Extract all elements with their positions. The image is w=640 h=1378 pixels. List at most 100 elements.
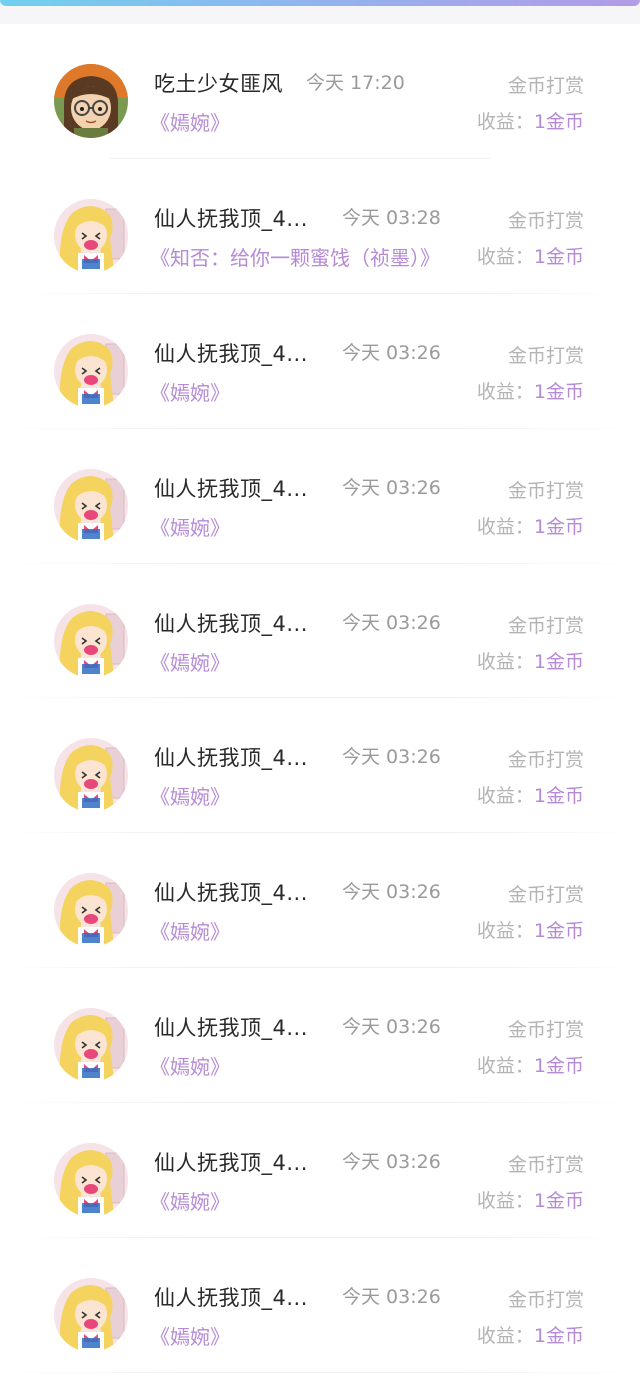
income: 收益：1金币 — [477, 916, 584, 943]
reward-row[interactable]: 仙人抚我顶_4... 今天 03:26 《嫣婉》 金币打赏 收益：1金币 — [0, 833, 640, 969]
reward-time: 今天 03:28 — [342, 206, 441, 229]
reward-row[interactable]: 仙人抚我顶_4... 今天 03:26 《嫣婉》 金币打赏 收益：1金币 — [0, 698, 640, 834]
reward-row[interactable]: 仙人抚我顶_4... 今天 03:26 《嫣婉》 金币打赏 收益：1金币 — [0, 1103, 640, 1239]
avatar[interactable] — [54, 1143, 128, 1218]
work-title-link[interactable]: 《嫣婉》 — [150, 1321, 230, 1350]
sailor-moon-avatar-icon — [54, 1278, 128, 1353]
reward-time: 今天 03:26 — [342, 1016, 441, 1039]
sender-name[interactable]: 仙人抚我顶_4... — [154, 203, 308, 233]
income-label: 收益： — [476, 380, 534, 403]
girl-glasses-avatar-icon — [54, 64, 128, 138]
income-amount: 1金币 — [533, 245, 584, 268]
income-label: 收益： — [476, 1055, 534, 1078]
reward-row[interactable]: 仙人抚我顶_4... 今天 03:26 《嫣婉》 金币打赏 收益：1金币 — [0, 294, 640, 429]
work-title-link[interactable]: 《嫣婉》 — [150, 1051, 230, 1080]
reward-type: 金币打赏 — [507, 344, 584, 367]
income-amount: 1金币 — [533, 380, 584, 403]
sailor-moon-avatar-icon — [54, 333, 128, 408]
income-amount: 1金币 — [533, 650, 584, 673]
income-amount: 1金币 — [533, 1325, 584, 1348]
reward-type: 金币打赏 — [507, 1019, 584, 1042]
reward-type: 金币打赏 — [507, 1289, 584, 1312]
sailor-moon-avatar-icon — [54, 1008, 128, 1083]
income: 收益：1金币 — [477, 1321, 584, 1348]
avatar[interactable] — [54, 333, 128, 408]
work-title-link[interactable]: 《嫣婉》 — [150, 916, 230, 945]
top-gradient-bar — [0, 0, 640, 6]
reward-row[interactable]: 吃土少女匪风 今天 17:20 《嫣婉》 金币打赏 收益：1金币 — [0, 24, 640, 159]
income: 收益：1金币 — [477, 1186, 584, 1213]
sailor-moon-avatar-icon — [54, 468, 128, 543]
reward-time: 今天 03:26 — [342, 1151, 441, 1174]
reward-time: 今天 17:20 — [306, 72, 405, 94]
reward-time: 今天 03:26 — [342, 746, 441, 769]
reward-type: 金币打赏 — [507, 75, 584, 97]
income: 收益：1金币 — [477, 242, 584, 269]
income-amount: 1金币 — [533, 515, 584, 538]
reward-type: 金币打赏 — [507, 479, 584, 502]
income: 收益：1金币 — [477, 647, 584, 674]
work-title-link[interactable]: 《嫣婉》 — [150, 107, 230, 136]
sailor-moon-avatar-icon — [54, 738, 128, 813]
sender-name[interactable]: 仙人抚我顶_4... — [154, 1282, 308, 1312]
income-amount: 1金币 — [533, 785, 584, 808]
reward-row[interactable]: 仙人抚我顶_4... 今天 03:26 《嫣婉》 金币打赏 收益：1金币 — [0, 968, 640, 1104]
income-label: 收益： — [476, 650, 534, 673]
income: 收益：1金币 — [477, 1051, 584, 1078]
reward-time: 今天 03:26 — [342, 611, 441, 634]
avatar[interactable] — [54, 1008, 128, 1083]
reward-row[interactable]: 仙人抚我顶_4... 今天 03:26 《嫣婉》 金币打赏 收益：1金币 — [0, 564, 640, 699]
work-title-link[interactable]: 《嫣婉》 — [150, 647, 230, 676]
sailor-moon-avatar-icon — [54, 1143, 128, 1218]
sender-name[interactable]: 仙人抚我顶_4... — [154, 742, 308, 772]
income-label: 收益： — [476, 515, 534, 538]
income-amount: 1金币 — [533, 920, 584, 943]
reward-type: 金币打赏 — [507, 614, 584, 637]
sailor-moon-avatar-icon — [54, 603, 128, 678]
reward-row[interactable]: 仙人抚我顶_4... 今天 03:26 《嫣婉》 金币打赏 收益：1金币 — [0, 429, 640, 564]
sender-name[interactable]: 仙人抚我顶_4... — [154, 877, 308, 907]
reward-type: 金币打赏 — [507, 749, 584, 772]
sender-name[interactable]: 仙人抚我顶_4... — [154, 1147, 308, 1177]
income-amount: 1金币 — [533, 1055, 584, 1078]
sender-name[interactable]: 吃土少女匪风 — [154, 68, 283, 98]
sender-name[interactable]: 仙人抚我顶_4... — [154, 338, 308, 368]
income-label: 收益： — [476, 1190, 534, 1213]
sender-name[interactable]: 仙人抚我顶_4... — [154, 608, 308, 638]
reward-time: 今天 03:26 — [342, 1286, 441, 1309]
reward-row[interactable]: 仙人抚我顶_4... 今天 03:26 《嫣婉》 金币打赏 收益：1金币 — [0, 1238, 640, 1373]
sailor-moon-avatar-icon — [54, 198, 128, 273]
work-title-link[interactable]: 《知否：给你一颗蜜饯（祯墨）》 — [150, 242, 440, 271]
work-title-link[interactable]: 《嫣婉》 — [150, 1186, 230, 1215]
avatar[interactable] — [54, 603, 128, 678]
reward-type: 金币打赏 — [507, 1154, 584, 1177]
sender-name[interactable]: 仙人抚我顶_4... — [154, 473, 308, 503]
avatar[interactable] — [54, 738, 128, 813]
avatar[interactable] — [54, 1278, 128, 1353]
sender-name[interactable]: 仙人抚我顶_4... — [154, 1012, 308, 1042]
reward-type: 金币打赏 — [507, 884, 584, 907]
income-amount: 1金币 — [533, 111, 584, 133]
income-label: 收益： — [476, 1325, 534, 1348]
reward-time: 今天 03:26 — [342, 476, 441, 499]
reward-type: 金币打赏 — [507, 209, 584, 232]
reward-row[interactable]: 仙人抚我顶_4... 今天 03:28 《知否：给你一颗蜜饯（祯墨）》 金币打赏… — [0, 159, 640, 294]
income-label: 收益： — [476, 245, 534, 268]
income-amount: 1金币 — [533, 1190, 584, 1213]
income-label: 收益： — [476, 785, 534, 808]
reward-list: 吃土少女匪风 今天 17:20 《嫣婉》 金币打赏 收益：1金币 仙人抚我顶_4… — [0, 24, 640, 1373]
work-title-link[interactable]: 《嫣婉》 — [150, 377, 230, 406]
income: 收益：1金币 — [477, 512, 584, 539]
income: 收益：1金币 — [477, 781, 584, 808]
avatar[interactable] — [54, 198, 128, 273]
work-title-link[interactable]: 《嫣婉》 — [150, 781, 230, 810]
avatar[interactable] — [54, 468, 128, 543]
income-label: 收益： — [476, 111, 534, 133]
work-title-link[interactable]: 《嫣婉》 — [150, 512, 230, 541]
income-label: 收益： — [476, 920, 534, 943]
income: 收益：1金币 — [477, 377, 584, 404]
reward-time: 今天 03:26 — [342, 341, 441, 364]
avatar[interactable] — [54, 873, 128, 948]
sailor-moon-avatar-icon — [54, 873, 128, 948]
avatar[interactable] — [54, 64, 128, 138]
